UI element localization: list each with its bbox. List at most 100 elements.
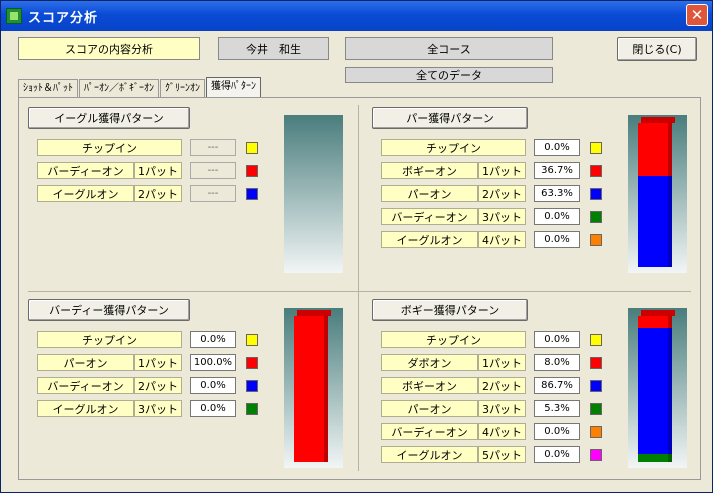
tab-green-on[interactable]: ｸﾞﾘｰﾝｵﾝ [160, 79, 205, 97]
row-value: 86.7% [534, 377, 580, 394]
close-button[interactable]: 閉じる(C) [617, 37, 697, 61]
birdie-pattern-button[interactable]: バーディー獲得パターン [28, 299, 190, 321]
color-swatch [590, 334, 602, 346]
pattern-row: チップイン [381, 139, 526, 156]
row-value: --- [190, 162, 236, 179]
row-putt: 3パット [478, 208, 526, 225]
row-label: パーオン [37, 354, 134, 371]
color-swatch [590, 211, 602, 223]
bar-top-cap [641, 310, 675, 316]
color-swatch [590, 449, 602, 461]
color-swatch [246, 142, 258, 154]
bar-segment [638, 454, 672, 462]
pattern-row: パーオン 3パット [381, 400, 526, 417]
row-label: パーオン [381, 185, 478, 202]
row-putt: 1パット [134, 354, 182, 371]
row-label: パーオン [381, 400, 478, 417]
pattern-row: ボギーオン 2パット [381, 377, 526, 394]
row-label: バーディーオン [37, 377, 134, 394]
par-chart [628, 115, 687, 273]
pattern-row: チップイン [37, 139, 182, 156]
row-value: 0.0% [534, 446, 580, 463]
color-swatch [246, 403, 258, 415]
row-putt: 2パット [134, 185, 182, 202]
row-putt: 1パット [478, 162, 526, 179]
color-swatch [590, 165, 602, 177]
score-analysis-window: スコア分析 ✕ スコアの内容分析 今井 和生 全コース 全てのデータ 閉じる(C… [0, 0, 713, 493]
row-value: 100.0% [190, 354, 236, 371]
color-swatch [590, 426, 602, 438]
color-swatch [246, 165, 258, 177]
row-value: 36.7% [534, 162, 580, 179]
row-putt: 2パット [478, 185, 526, 202]
pattern-row: バーディーオン 2パット [37, 377, 182, 394]
bar-segment [294, 316, 328, 462]
tab-bar: ｼｮｯﾄ＆ﾊﾟｯﾄ ﾊﾟｰｵﾝ／ﾎﾞｷﾞｰｵﾝ ｸﾞﾘｰﾝｵﾝ 獲得ﾊﾟﾀｰﾝ [18, 77, 262, 97]
row-label: イーグルオン [37, 400, 134, 417]
bar-segment [638, 123, 672, 176]
row-putt: 4パット [478, 423, 526, 440]
row-value: 0.0% [534, 231, 580, 248]
color-swatch [246, 188, 258, 200]
bogey-pattern-button[interactable]: ボギー獲得パターン [372, 299, 528, 321]
row-value: 8.0% [534, 354, 580, 371]
birdie-chart [284, 308, 343, 468]
color-swatch [246, 357, 258, 369]
row-label: チップイン [381, 139, 526, 156]
row-label: チップイン [37, 331, 182, 348]
bar-segment [638, 316, 672, 328]
tab-par-on-bogey-on[interactable]: ﾊﾟｰｵﾝ／ﾎﾞｷﾞｰｵﾝ [79, 79, 159, 97]
pattern-row: チップイン [381, 331, 526, 348]
row-putt: 3パット [134, 400, 182, 417]
color-swatch [590, 142, 602, 154]
eagle-pattern-button[interactable]: イーグル獲得パターン [28, 107, 190, 129]
pattern-row: ダボオン 1パット [381, 354, 526, 371]
row-label: イーグルオン [381, 446, 478, 463]
row-value: 5.3% [534, 400, 580, 417]
close-window-button[interactable]: ✕ [686, 4, 708, 26]
row-value: --- [190, 185, 236, 202]
tab-acquisition-pattern[interactable]: 獲得ﾊﾟﾀｰﾝ [206, 77, 261, 97]
row-value: 0.0% [534, 208, 580, 225]
divider-horizontal [28, 291, 691, 292]
row-value: 0.0% [534, 331, 580, 348]
row-value: 63.3% [534, 185, 580, 202]
pattern-row: バーディーオン 1パット [37, 162, 182, 179]
color-swatch [590, 380, 602, 392]
row-label: イーグルオン [37, 185, 134, 202]
row-label: チップイン [37, 139, 182, 156]
row-label: ボギーオン [381, 162, 478, 179]
bar-segment [638, 327, 672, 455]
divider-vertical [358, 105, 359, 471]
pattern-row: ボギーオン 1パット [381, 162, 526, 179]
bar-top-cap [641, 117, 675, 123]
row-label: バーディーオン [381, 423, 478, 440]
bogey-chart [628, 308, 687, 468]
row-value: 0.0% [190, 377, 236, 394]
tab-shot-putt[interactable]: ｼｮｯﾄ＆ﾊﾟｯﾄ [18, 79, 78, 97]
pattern-row: チップイン [37, 331, 182, 348]
pattern-row: イーグルオン 4パット [381, 231, 526, 248]
eagle-chart [284, 115, 343, 273]
row-label: ボギーオン [381, 377, 478, 394]
app-icon [6, 8, 22, 24]
row-value: 0.0% [190, 331, 236, 348]
row-putt: 4パット [478, 231, 526, 248]
row-label: バーディーオン [381, 208, 478, 225]
bar-segment [638, 175, 672, 267]
bar-top-cap [297, 310, 331, 316]
row-value: --- [190, 139, 236, 156]
pattern-row: イーグルオン 5パット [381, 446, 526, 463]
pattern-row: バーディーオン 3パット [381, 208, 526, 225]
par-pattern-button[interactable]: パー獲得パターン [372, 107, 528, 129]
title-bar[interactable]: スコア分析 ✕ [1, 1, 712, 31]
window-title: スコア分析 [28, 10, 99, 26]
color-swatch [590, 188, 602, 200]
pattern-row: イーグルオン 3パット [37, 400, 182, 417]
course-name: 全コース [345, 37, 553, 60]
pattern-row: バーディーオン 4パット [381, 423, 526, 440]
color-swatch [246, 334, 258, 346]
pattern-row: パーオン 1パット [37, 354, 182, 371]
row-putt: 3パット [478, 400, 526, 417]
row-label: チップイン [381, 331, 526, 348]
